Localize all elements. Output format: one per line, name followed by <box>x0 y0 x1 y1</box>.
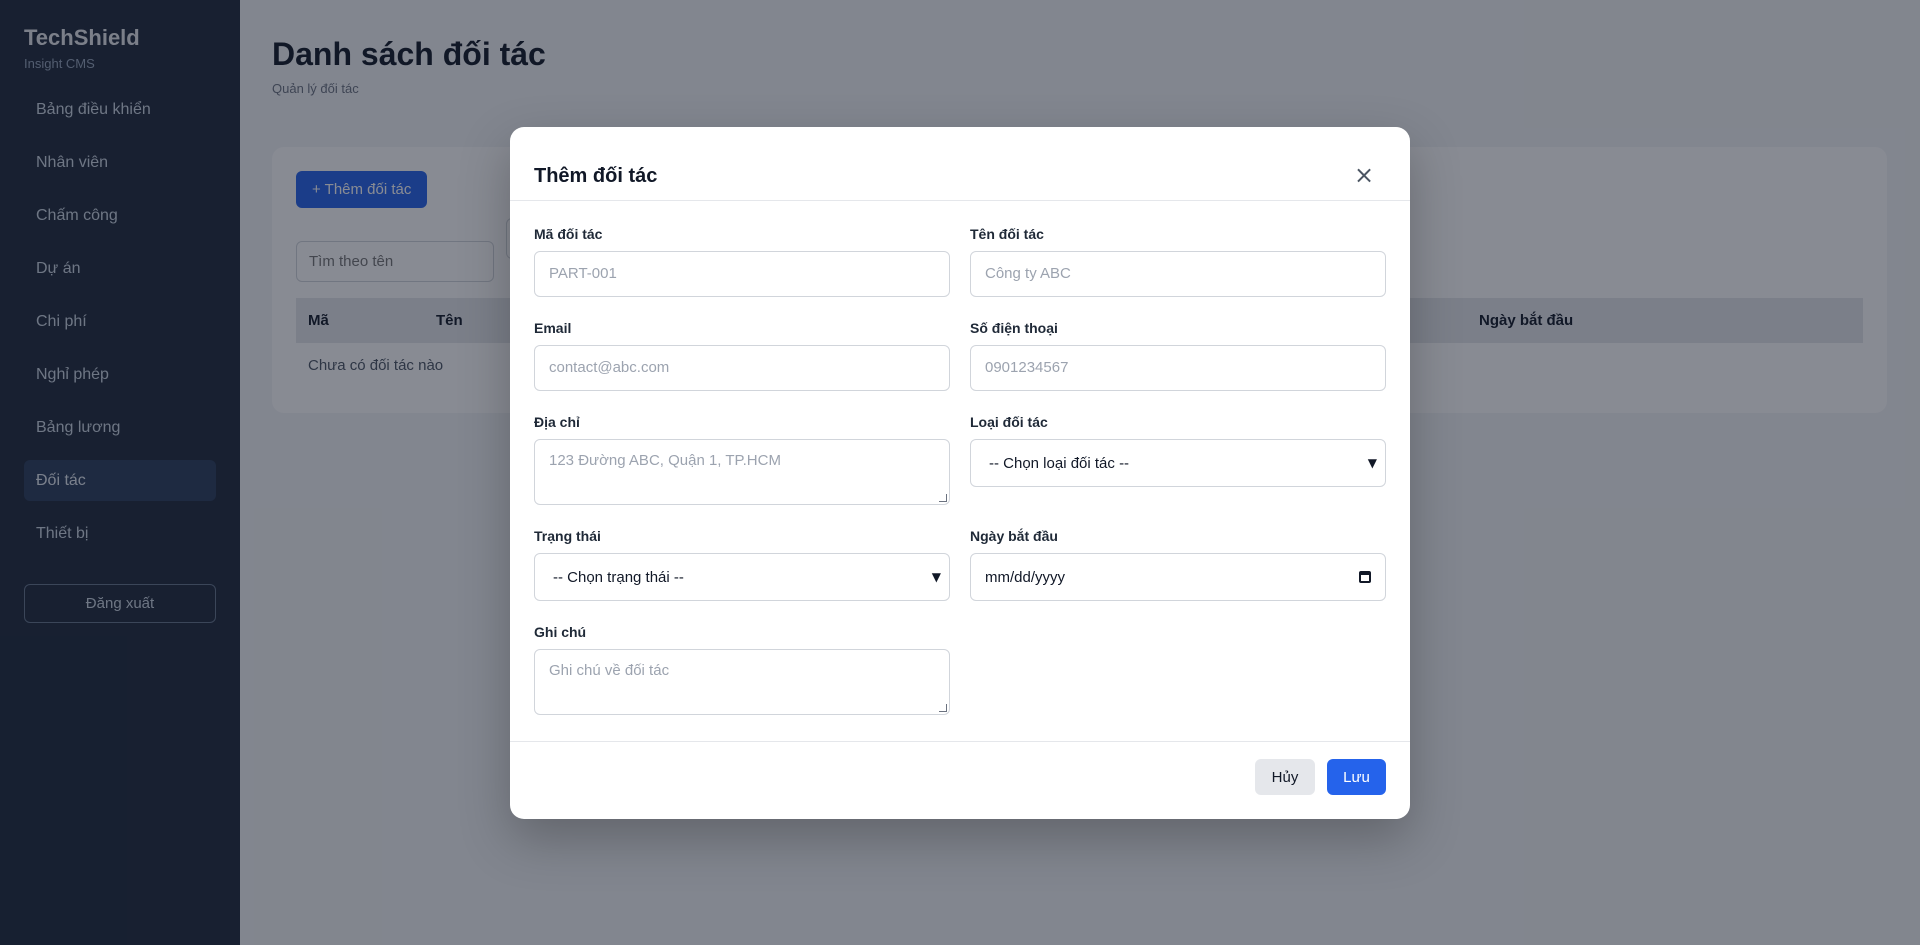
start-date-input[interactable]: mm/dd/yyyy <box>970 553 1386 601</box>
field-start-date-label: Ngày bắt đầu <box>970 528 1058 544</box>
field-address-label: Địa chỉ <box>534 414 580 430</box>
field-status: Trạng thái -- Chọn trạng thái -- ▼ <box>534 528 950 601</box>
field-email: Email contact@abc.com <box>534 320 950 391</box>
add-partner-modal: Thêm đối tác × Mã đối tác PART-001 Tên đ… <box>510 127 1410 819</box>
partner-name-input[interactable]: Công ty ABC <box>970 251 1386 297</box>
field-email-label: Email <box>534 320 572 336</box>
modal-footer: Hủy Lưu <box>510 741 1410 819</box>
close-icon[interactable]: × <box>1352 163 1376 187</box>
field-phone-label: Số điện thoại <box>970 320 1058 336</box>
partner-type-select[interactable]: -- Chọn loại đối tác -- ▼ <box>970 439 1386 487</box>
status-select[interactable]: -- Chọn trạng thái -- ▼ <box>534 553 950 601</box>
modal-title: Thêm đối tác <box>534 165 658 187</box>
field-type-label: Loại đối tác <box>970 414 1048 430</box>
field-phone: Số điện thoại 0901234567 <box>970 320 1386 391</box>
note-placeholder: Ghi chú về đối tác <box>549 662 670 679</box>
resize-handle-icon[interactable] <box>939 494 947 502</box>
cancel-button[interactable]: Hủy <box>1255 759 1315 795</box>
phone-input[interactable]: 0901234567 <box>970 345 1386 391</box>
field-note-label: Ghi chú <box>534 624 587 640</box>
chevron-down-icon: ▼ <box>931 570 941 584</box>
calendar-icon[interactable] <box>1359 571 1371 583</box>
save-button[interactable]: Lưu <box>1327 759 1386 795</box>
partner-code-input[interactable]: PART-001 <box>534 251 950 297</box>
status-value: -- Chọn trạng thái -- <box>553 568 684 586</box>
field-name: Tên đối tác Công ty ABC <box>970 226 1386 297</box>
modal-header: Thêm đối tác × <box>510 127 1410 201</box>
resize-handle-icon[interactable] <box>939 704 947 712</box>
email-input[interactable]: contact@abc.com <box>534 345 950 391</box>
start-date-value: mm/dd/yyyy <box>985 568 1066 586</box>
field-code: Mã đối tác PART-001 <box>534 226 950 297</box>
partner-type-value: -- Chọn loại đối tác -- <box>989 454 1130 472</box>
field-address: Địa chỉ 123 Đường ABC, Quận 1, TP.HCM <box>534 414 950 505</box>
field-note: Ghi chú Ghi chú về đối tác <box>534 624 950 715</box>
chevron-down-icon: ▼ <box>1367 456 1377 470</box>
field-start-date: Ngày bắt đầu mm/dd/yyyy <box>970 528 1386 601</box>
field-code-label: Mã đối tác <box>534 226 603 242</box>
field-name-label: Tên đối tác <box>970 226 1044 242</box>
address-placeholder: 123 Đường ABC, Quận 1, TP.HCM <box>549 452 781 469</box>
address-textarea[interactable]: 123 Đường ABC, Quận 1, TP.HCM <box>534 439 950 505</box>
field-status-label: Trạng thái <box>534 528 601 544</box>
field-type: Loại đối tác -- Chọn loại đối tác -- ▼ <box>970 414 1386 487</box>
note-textarea[interactable]: Ghi chú về đối tác <box>534 649 950 715</box>
